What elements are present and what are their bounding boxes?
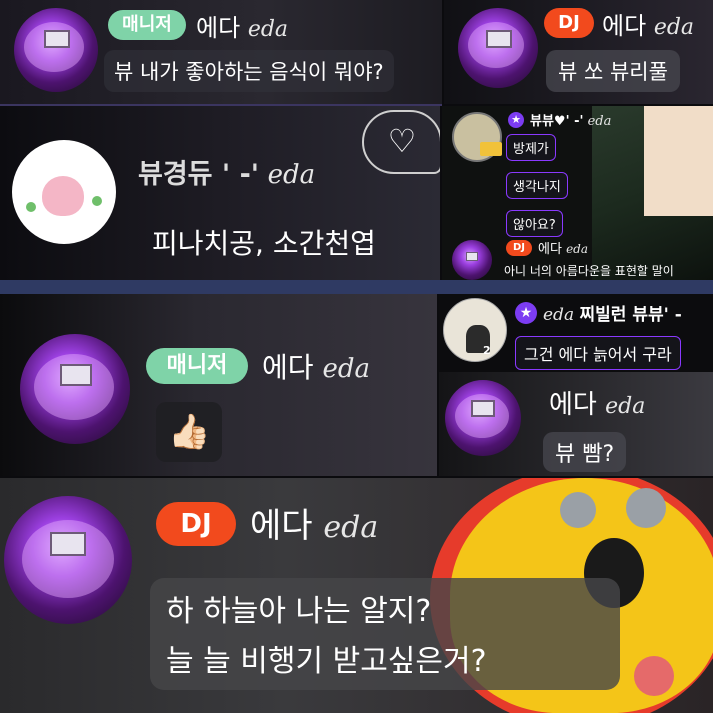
leaf-icon (26, 202, 36, 212)
user-avatar[interactable] (4, 496, 132, 624)
heart-icon: ♡ (362, 110, 440, 174)
nickname: eda 찌빌런 뷰뷰' - (543, 300, 682, 325)
nickname-text: 에다 (538, 242, 562, 257)
nickname-text: 에다 (602, 12, 647, 40)
chat-message: 않아요? (506, 210, 563, 237)
chat-message: 뷰 내가 좋아하는 음식이 뭐야? (104, 50, 394, 92)
nickname-text: 뷰뷰♥' -' (530, 114, 584, 129)
chat-panel-4: ★ 뷰뷰♥' -' eda 방제가 생각나지 않아요? DJ 에다 eda 아니… (442, 106, 713, 280)
nickname-script: eda (543, 305, 575, 325)
user-avatar[interactable] (458, 8, 538, 88)
chat-panel-5: 매니저 에다 eda 👍🏻 (0, 294, 437, 476)
nickname-script: eda (587, 114, 612, 129)
nickname-script: eda (322, 354, 370, 384)
divider (0, 280, 713, 294)
nickname-script: eda (267, 160, 316, 190)
nickname: 에다 eda (250, 498, 378, 547)
nickname-text: 에다 (196, 14, 241, 42)
nickname-text: 에다 (549, 390, 597, 420)
chat-message: 👍🏻 (156, 402, 223, 462)
user-avatar[interactable] (452, 240, 492, 280)
user-avatar[interactable] (20, 334, 130, 444)
nickname-script: eda (566, 242, 588, 256)
bunny-icon (42, 176, 84, 216)
chat-message: 아니 너의 아름다운을 표현할 말이 (504, 264, 674, 278)
nickname-script: eda (605, 394, 646, 419)
chat-panel-7: DJ 에다 eda 하 하늘아 나는 알지? 늘 늘 비행기 받고싶은거? (0, 478, 713, 713)
user-avatar[interactable] (443, 298, 507, 362)
chat-message: 뷰 쏘 뷰리풀 (546, 50, 680, 92)
user-avatar[interactable] (14, 8, 98, 92)
nickname-script: eda (653, 15, 695, 40)
manager-badge: 매니저 (108, 10, 186, 40)
dj-badge: DJ (506, 240, 532, 256)
character-eye (626, 488, 666, 528)
chat-panel-6: 2 ★ eda 찌빌런 뷰뷰' - 그건 에다 늙어서 구라 에다 eda 뷰 … (439, 294, 713, 476)
nickname: 에다 eda (196, 8, 288, 43)
nickname-text: 찌빌런 뷰뷰' - (579, 305, 682, 325)
chat-message: 피나치공, 소간천엽 (152, 227, 376, 260)
chat-message: 방제가 (506, 134, 556, 161)
chat-panel-2: DJ 에다 eda 뷰 쏘 뷰리풀 (444, 0, 713, 104)
nickname-text: 에다 (250, 506, 313, 546)
nickname: 뷰뷰♥' -' eda (530, 110, 611, 129)
chat-message: 뷰 빰? (543, 432, 627, 472)
star-icon: ★ (515, 302, 537, 324)
crown-icon (480, 142, 502, 156)
nickname: 에다 eda (262, 346, 370, 386)
dj-badge: DJ (544, 8, 594, 38)
nickname-text: 뷰경듀 ' -' (138, 159, 260, 190)
avatar-number: 2 (483, 344, 491, 357)
background-art-skin (644, 106, 713, 216)
sticker-avatar[interactable] (12, 140, 116, 244)
chat-message: 그건 에다 늙어서 구라 (515, 336, 681, 370)
nickname: 에다 eda (549, 384, 645, 421)
leaf-icon (92, 196, 102, 206)
star-icon: ★ (508, 112, 524, 128)
chat-panel-1: 매니저 에다 eda 뷰 내가 좋아하는 음식이 뭐야? (0, 0, 442, 106)
chat-panel-3: ♡ 뷰경듀 ' -' eda 피나치공, 소간천엽 (0, 106, 440, 280)
character-tongue (634, 656, 674, 696)
manager-badge: 매니저 (146, 348, 248, 384)
character-eye (560, 492, 596, 528)
dj-badge: DJ (156, 502, 236, 546)
nickname-script: eda (323, 510, 379, 545)
nickname-text: 에다 (262, 351, 314, 384)
chat-message: 생각나지 (506, 172, 568, 199)
chat-message-line: 하 하늘아 나는 알지? (166, 594, 432, 629)
nickname: 뷰경듀 ' -' eda (138, 152, 315, 191)
nickname-script: eda (247, 17, 289, 42)
nickname: 에다 eda (602, 6, 694, 41)
chat-message: 하 하늘아 나는 알지? 늘 늘 비행기 받고싶은거? (150, 578, 620, 690)
chat-message-line: 늘 늘 비행기 받고싶은거? (166, 644, 487, 679)
user-avatar[interactable] (445, 380, 521, 456)
nickname: 에다 eda (538, 238, 588, 257)
